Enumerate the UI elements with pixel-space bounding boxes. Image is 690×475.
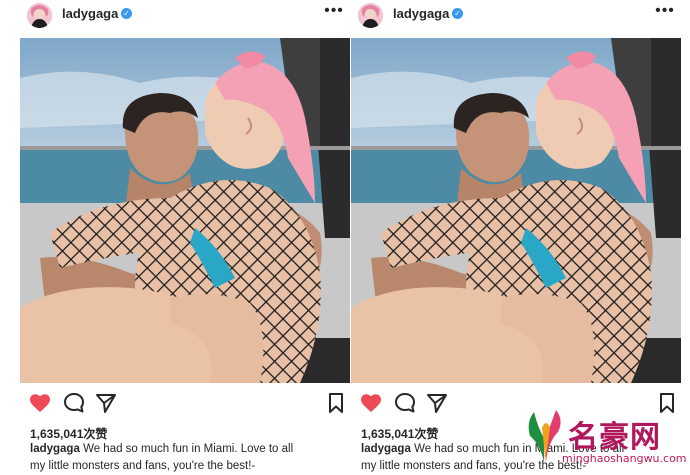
site-watermark: 名豪网 minghaoshangwu.com bbox=[520, 408, 687, 470]
more-options-icon[interactable]: ••• bbox=[320, 2, 348, 24]
bookmark-icon[interactable] bbox=[324, 391, 348, 415]
post-photo[interactable] bbox=[20, 38, 350, 383]
caption-username[interactable]: ladygaga bbox=[30, 443, 80, 455]
caption-username[interactable]: ladygaga bbox=[361, 443, 411, 455]
comment-icon[interactable] bbox=[393, 391, 417, 415]
watermark-url: minghaoshangwu.com bbox=[562, 452, 687, 465]
watermark-brand: 名豪网 bbox=[568, 420, 661, 455]
post-username[interactable]: ladygaga bbox=[393, 6, 449, 21]
more-options-icon[interactable]: ••• bbox=[651, 2, 679, 24]
send-icon[interactable] bbox=[94, 391, 118, 415]
post-header: ladygaga ✓ ••• bbox=[20, 0, 350, 34]
post-caption: ladygaga We had so much fun in Miami. Lo… bbox=[30, 441, 348, 475]
avatar-icon bbox=[358, 3, 383, 28]
post-username[interactable]: ladygaga bbox=[62, 6, 118, 21]
instagram-post-left: ladygaga ✓ ••• 1,635,041次赞 ladygaga We h… bbox=[20, 0, 350, 475]
caption-text-line1: We had so much fun in Miami. Love to all bbox=[83, 443, 294, 455]
verified-badge-icon: ✓ bbox=[452, 8, 463, 19]
likes-count[interactable]: 1,635,041次赞 bbox=[30, 425, 107, 442]
likes-count[interactable]: 1,635,041次赞 bbox=[361, 425, 438, 442]
avatar[interactable] bbox=[27, 3, 52, 28]
comment-icon[interactable] bbox=[62, 391, 86, 415]
instagram-post-right: ladygaga ✓ ••• 1,635,041次赞 ladygaga We h… bbox=[351, 0, 681, 475]
send-icon[interactable] bbox=[425, 391, 449, 415]
post-photo[interactable] bbox=[351, 38, 681, 383]
caption-text-line2: my little monsters and fans, you're the … bbox=[30, 460, 256, 472]
post-header: ladygaga ✓ ••• bbox=[351, 0, 681, 34]
heart-icon[interactable] bbox=[28, 391, 52, 415]
avatar[interactable] bbox=[358, 3, 383, 28]
avatar-icon bbox=[27, 3, 52, 28]
heart-icon[interactable] bbox=[359, 391, 383, 415]
leaf-logo-icon bbox=[528, 410, 561, 462]
verified-badge-icon: ✓ bbox=[121, 8, 132, 19]
post-actions bbox=[20, 391, 350, 417]
